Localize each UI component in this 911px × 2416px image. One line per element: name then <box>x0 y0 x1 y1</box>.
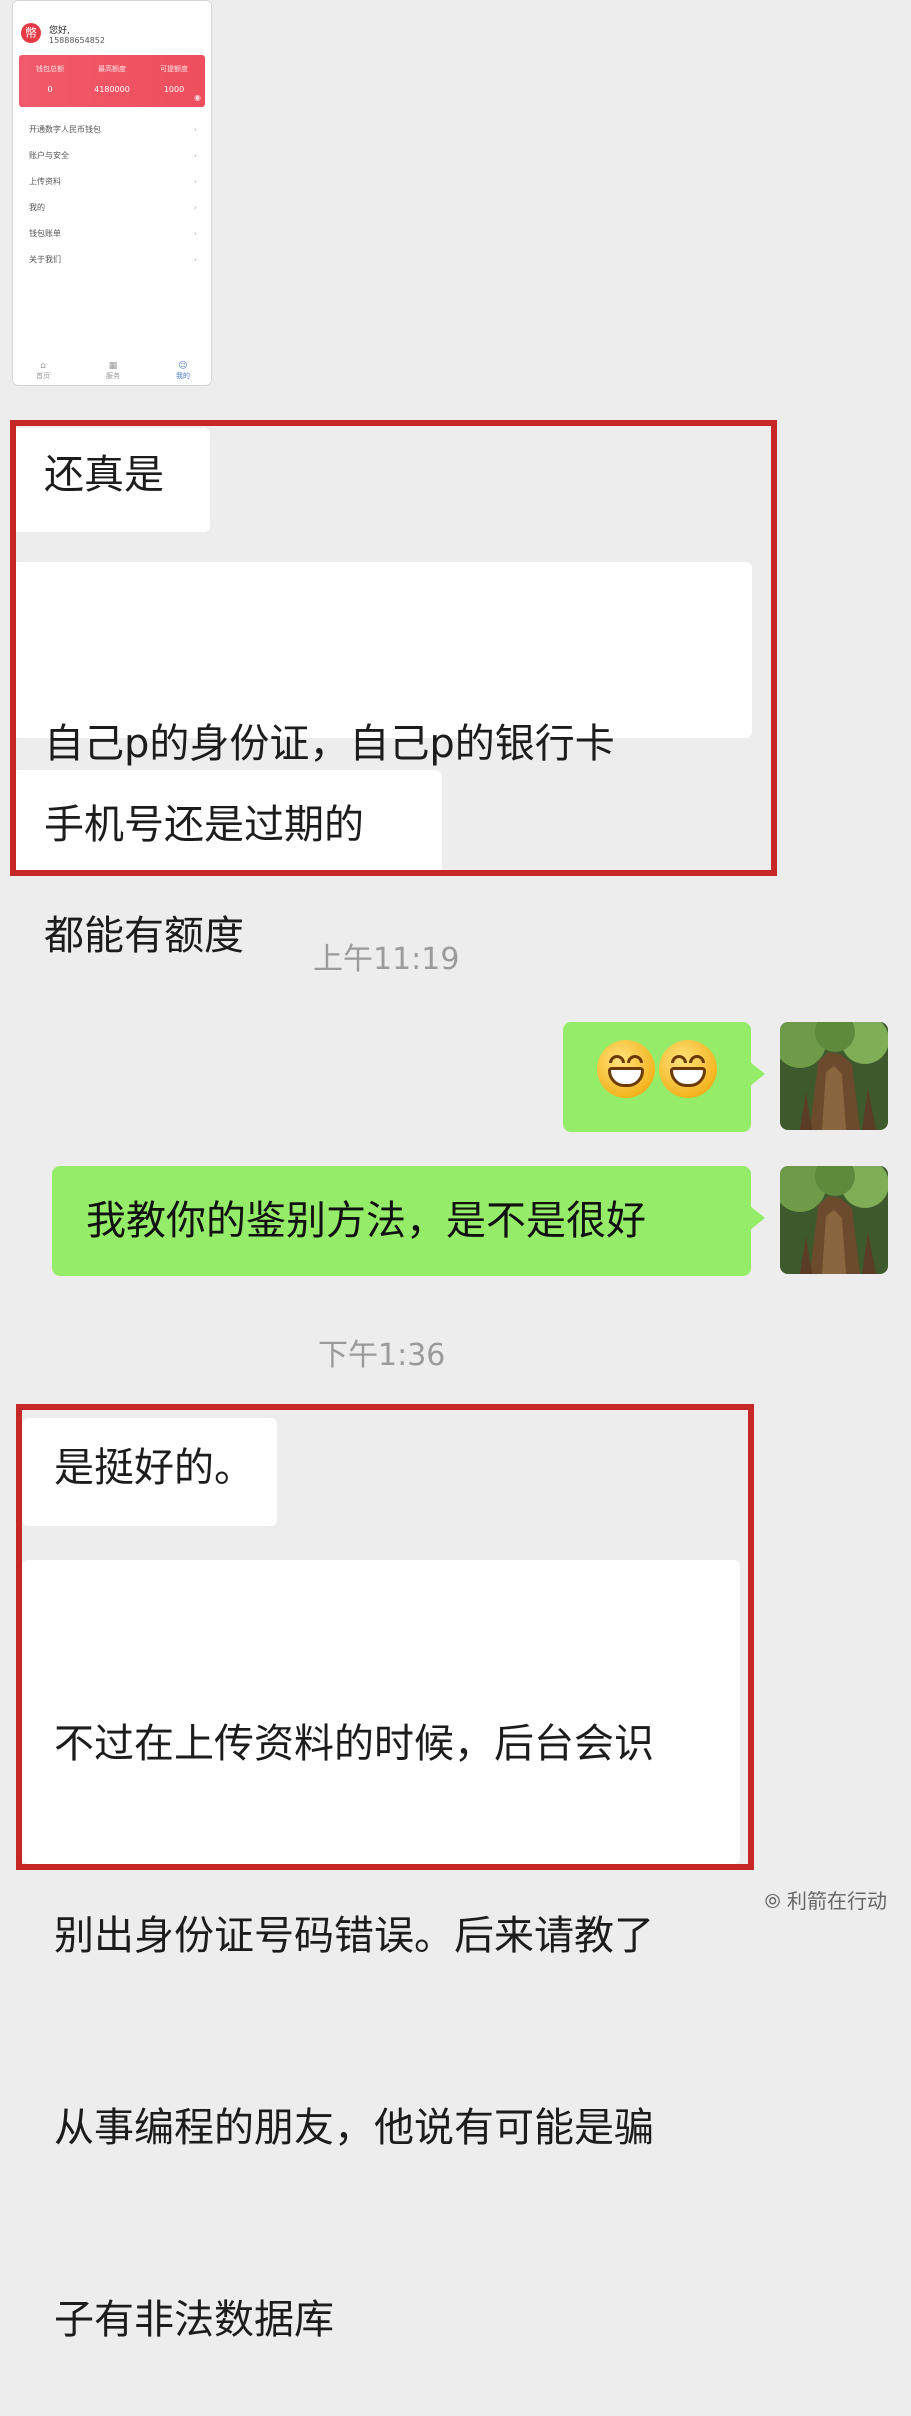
stat-label: 钱包总额 <box>36 65 64 73</box>
user-avatar[interactable] <box>780 1022 888 1130</box>
incoming-message[interactable]: 还真是 <box>12 428 210 532</box>
app-tab-mine: ☺ 我的 <box>163 361 203 381</box>
eye-icon: ◉ <box>194 93 201 102</box>
app-menu-item: 账户与安全 › <box>13 143 211 169</box>
chevron-right-icon: › <box>193 255 197 264</box>
incoming-message[interactable]: 不过在上传资料的时候，后台会识 别出身份证号码错误。后来请教了 从事编程的朋友，… <box>22 1560 740 2343</box>
app-tab-home: ⌂ 首页 <box>23 361 63 381</box>
chevron-right-icon: › <box>193 229 197 238</box>
app-menu-item: 钱包账单 › <box>13 221 211 247</box>
app-logo-icon: 幣 <box>21 23 41 43</box>
app-menu-item: 关于我们 › <box>13 247 211 273</box>
incoming-message[interactable]: 自己p的身份证，自己p的银行卡 都能有额度 <box>12 562 752 959</box>
app-tab-services: ▦ 服务 <box>93 361 133 381</box>
watermark: ⦾ 利箭在行动 <box>764 1889 887 1913</box>
outgoing-message-emoji[interactable] <box>563 1022 765 1132</box>
home-icon: ⌂ <box>40 361 46 371</box>
message-line: 子有非法数据库 <box>54 2297 334 2343</box>
app-menu-item: 开通数字人民币钱包 › <box>13 117 211 143</box>
outgoing-message[interactable]: 我教你的鉴别方法，是不是很好 <box>52 1166 765 1276</box>
app-tab-bar: ⌂ 首页 ▦ 服务 ☺ 我的 <box>13 359 211 385</box>
tree-avatar-image <box>780 1022 888 1130</box>
tree-avatar-image <box>780 1166 888 1274</box>
grin-emoji-icon <box>659 1040 717 1098</box>
message-line: 自己p的身份证，自己p的银行卡 <box>44 721 615 767</box>
app-menu-item: 我的 › <box>13 195 211 221</box>
app-menu-list: 开通数字人民币钱包 › 账户与安全 › 上传资料 › 我的 › 钱包账单 › 关于我们 › <box>13 117 211 273</box>
app-phone-number: 15888654852 <box>49 36 105 45</box>
incoming-message[interactable]: 是挺好的。 <box>22 1418 277 1526</box>
wechat-icon: ⦾ <box>764 1889 781 1913</box>
image-message-screenshot[interactable]: 幣 您好, 15888654852 钱包总额 最高额度 可提额度 0 41800… <box>12 0 212 386</box>
user-icon: ☺ <box>178 361 188 371</box>
app-menu-item: 上传资料 › <box>13 169 211 195</box>
user-avatar[interactable] <box>780 1166 888 1274</box>
stat-label: 可提额度 <box>160 65 188 73</box>
stat-value: 0 <box>47 85 53 94</box>
grin-emoji-icon <box>597 1040 655 1098</box>
grid-icon: ▦ <box>108 361 118 371</box>
chevron-right-icon: › <box>193 177 197 186</box>
timestamp: 下午1:36 <box>318 1338 446 1373</box>
app-balance-card: 钱包总额 最高额度 可提额度 0 4180000 1000 ◉ <box>19 55 205 107</box>
stat-value: 4180000 <box>94 85 130 94</box>
message-line: 不过在上传资料的时候，后台会识 <box>54 1721 654 1767</box>
stat-label: 最高额度 <box>98 65 126 73</box>
chevron-right-icon: › <box>193 125 197 134</box>
incoming-message[interactable]: 手机号还是过期的 <box>12 770 442 874</box>
message-line: 从事编程的朋友，他说有可能是骗 <box>54 2105 654 2151</box>
chevron-right-icon: › <box>193 151 197 160</box>
app-greeting: 您好, <box>49 26 70 36</box>
chevron-right-icon: › <box>193 203 197 212</box>
timestamp: 上午11:19 <box>313 942 460 977</box>
